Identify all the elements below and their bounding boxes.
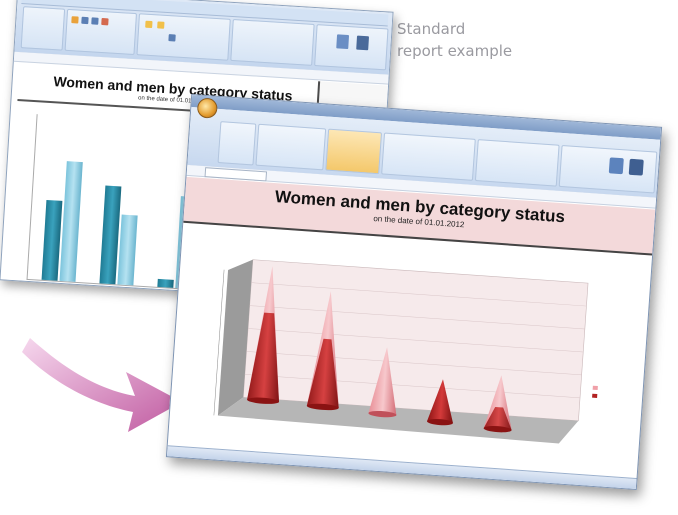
caption: Standard report example	[397, 18, 597, 62]
caption-line-1: Standard	[397, 20, 466, 38]
sort-icon	[336, 34, 350, 50]
align-icon	[168, 34, 176, 42]
highlight-icon	[157, 21, 165, 29]
back-ribbon-group	[314, 24, 389, 71]
front-window: Women and men by category status on the …	[165, 93, 663, 491]
back-ribbon-group	[64, 8, 138, 56]
back-ribbon-group	[136, 13, 231, 61]
legend-swatch	[592, 385, 598, 391]
chart-bar	[59, 161, 83, 282]
bold-icon	[81, 16, 89, 25]
legend-swatch	[592, 393, 598, 399]
chart-legend	[592, 385, 601, 403]
back-ribbon-group	[20, 6, 66, 51]
legend-item	[592, 385, 601, 391]
back-ribbon-group	[230, 18, 315, 66]
clipboard-icon	[71, 16, 79, 24]
caption-line-2: report example	[397, 42, 513, 60]
font-color-icon	[101, 17, 109, 26]
highlight-icon	[145, 20, 153, 29]
chart-bar	[157, 278, 174, 288]
italic-icon	[91, 17, 99, 25]
cone-chart	[213, 259, 589, 444]
chart-bar	[117, 214, 138, 286]
find-icon	[356, 35, 370, 51]
legend-item	[592, 393, 600, 399]
